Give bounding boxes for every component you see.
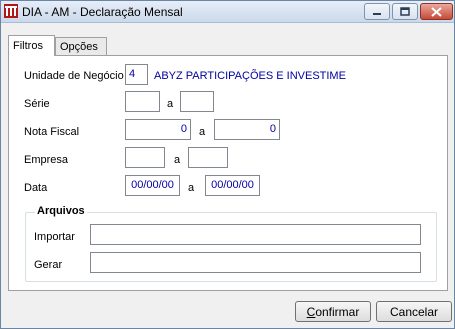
maximize-button[interactable] <box>392 3 418 20</box>
empresa-sep: a <box>174 154 181 166</box>
unidade-name: ABYZ PARTICIPAÇÕES E INVESTIME <box>154 70 346 82</box>
title-bar[interactable]: DIA - AM - Declaração Mensal <box>1 1 454 23</box>
close-button[interactable] <box>420 3 453 20</box>
serie-to-input[interactable] <box>180 91 214 112</box>
data-label: Data <box>24 182 48 194</box>
confirmar-button[interactable]: Confirmar <box>295 301 371 322</box>
filtros-panel: Unidade de Negócio 4 ABYZ PARTICIPAÇÕES … <box>8 55 448 291</box>
gerar-label: Gerar <box>34 259 63 271</box>
empresa-from-input[interactable] <box>125 147 165 168</box>
nota-fiscal-sep: a <box>199 126 206 138</box>
app-icon <box>4 4 18 18</box>
unidade-label: Unidade de Negócio <box>24 70 124 82</box>
importar-label: Importar <box>34 231 75 243</box>
cancelar-label: Cancelar <box>389 305 439 319</box>
gerar-input[interactable] <box>90 252 421 273</box>
unidade-code-input[interactable]: 4 <box>125 64 148 85</box>
cancelar-button[interactable]: Cancelar <box>376 301 452 322</box>
serie-from-input[interactable] <box>125 91 160 112</box>
minimize-icon <box>373 12 381 15</box>
main-window: DIA - AM - Declaração Mensal Filtros Opç… <box>0 0 455 329</box>
minimize-button[interactable] <box>364 3 390 20</box>
nota-fiscal-from-input[interactable]: 0 <box>125 119 191 140</box>
window-title: DIA - AM - Declaração Mensal <box>22 5 183 19</box>
nota-fiscal-to-input[interactable]: 0 <box>214 119 280 140</box>
importar-input[interactable] <box>90 224 421 245</box>
serie-sep: a <box>167 98 174 110</box>
maximize-icon <box>400 6 410 16</box>
data-to-input[interactable]: 00/00/00 <box>205 175 260 196</box>
serie-label: Série <box>24 98 50 110</box>
data-sep: a <box>188 182 195 194</box>
confirmar-label: onfirmar <box>315 305 360 319</box>
data-from-input[interactable]: 00/00/00 <box>125 175 180 196</box>
arquivos-group: Arquivos Importar Gerar <box>25 205 437 282</box>
tab-filtros[interactable]: Filtros <box>8 35 55 56</box>
nota-fiscal-label: Nota Fiscal <box>24 126 80 138</box>
empresa-label: Empresa <box>24 154 69 166</box>
close-icon <box>431 6 442 17</box>
arquivos-title: Arquivos <box>35 205 87 217</box>
empresa-to-input[interactable] <box>188 147 228 168</box>
tab-opcoes[interactable]: Opções <box>55 37 107 55</box>
